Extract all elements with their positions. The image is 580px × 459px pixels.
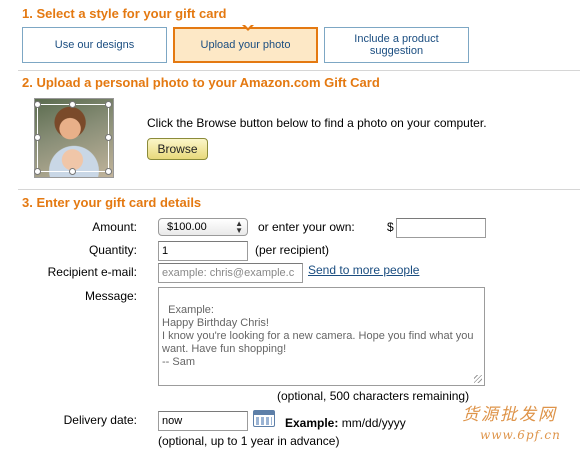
- select-arrows-icon: ▲ ▼: [235, 219, 243, 235]
- tab-label: Include a product suggestion: [354, 33, 439, 57]
- crop-handle[interactable]: [69, 101, 76, 108]
- section-title-upload: 2. Upload a personal photo to your Amazo…: [22, 75, 380, 90]
- message-label: Message:: [84, 289, 137, 303]
- recipient-email-label: Recipient e-mail:: [47, 265, 137, 279]
- resize-grip-icon[interactable]: [474, 375, 482, 383]
- crop-handle[interactable]: [69, 168, 76, 175]
- browse-button[interactable]: Browse: [147, 138, 208, 160]
- crop-handle[interactable]: [105, 168, 112, 175]
- watermark-url: www.6pf.cn: [480, 428, 561, 442]
- or-enter-own-label: or enter your own:: [258, 220, 355, 234]
- date-format-example: Example: mm/dd/yyyy: [285, 416, 406, 430]
- delivery-date-note: (optional, up to 1 year in advance): [158, 434, 340, 448]
- tab-label: Upload your photo: [200, 39, 291, 51]
- tab-label: Use our designs: [54, 39, 135, 51]
- section-title-details: 3. Enter your gift card details: [22, 195, 202, 210]
- crop-frame[interactable]: [37, 104, 109, 172]
- section-divider: [18, 189, 580, 190]
- message-placeholder: Example: Happy Birthday Chris! I know yo…: [162, 304, 474, 368]
- crop-handle[interactable]: [34, 168, 41, 175]
- example-format: mm/dd/yyyy: [341, 416, 406, 430]
- tab-include-product-suggestion[interactable]: Include a product suggestion: [324, 27, 469, 63]
- upload-instruction: Click the Browse button below to find a …: [147, 116, 487, 130]
- delivery-date-input[interactable]: now: [158, 411, 248, 431]
- amount-selected-value: $100.00: [167, 221, 207, 233]
- message-characters-note: (optional, 500 characters remaining): [277, 389, 470, 403]
- delivery-date-label: Delivery date:: [63, 413, 137, 427]
- section-title-style: 1. Select a style for your gift card: [22, 6, 227, 21]
- amount-label: Amount:: [92, 220, 137, 234]
- section-divider: [18, 70, 580, 71]
- own-amount-input[interactable]: [396, 218, 486, 238]
- tab-upload-your-photo[interactable]: Upload your photo: [173, 27, 318, 63]
- quantity-input[interactable]: 1: [158, 241, 248, 261]
- calendar-icon[interactable]: [253, 410, 275, 427]
- quantity-label: Quantity:: [88, 243, 137, 257]
- watermark-text: 货源批发网: [462, 405, 557, 425]
- send-to-more-people-link[interactable]: Send to more people: [308, 263, 419, 277]
- currency-symbol: $: [387, 220, 394, 234]
- tab-use-our-designs[interactable]: Use our designs: [22, 27, 167, 63]
- example-label: Example:: [285, 416, 339, 430]
- per-recipient-note: (per recipient): [255, 243, 330, 257]
- crop-handle[interactable]: [34, 101, 41, 108]
- amount-select[interactable]: $100.00 ▲ ▼: [158, 218, 248, 236]
- selected-tab-pointer-icon: [242, 24, 254, 31]
- message-textarea[interactable]: Example: Happy Birthday Chris! I know yo…: [158, 287, 485, 386]
- crop-handle[interactable]: [34, 134, 41, 141]
- crop-handle[interactable]: [105, 134, 112, 141]
- crop-handle[interactable]: [105, 101, 112, 108]
- recipient-email-input[interactable]: example: chris@example.c: [158, 263, 303, 283]
